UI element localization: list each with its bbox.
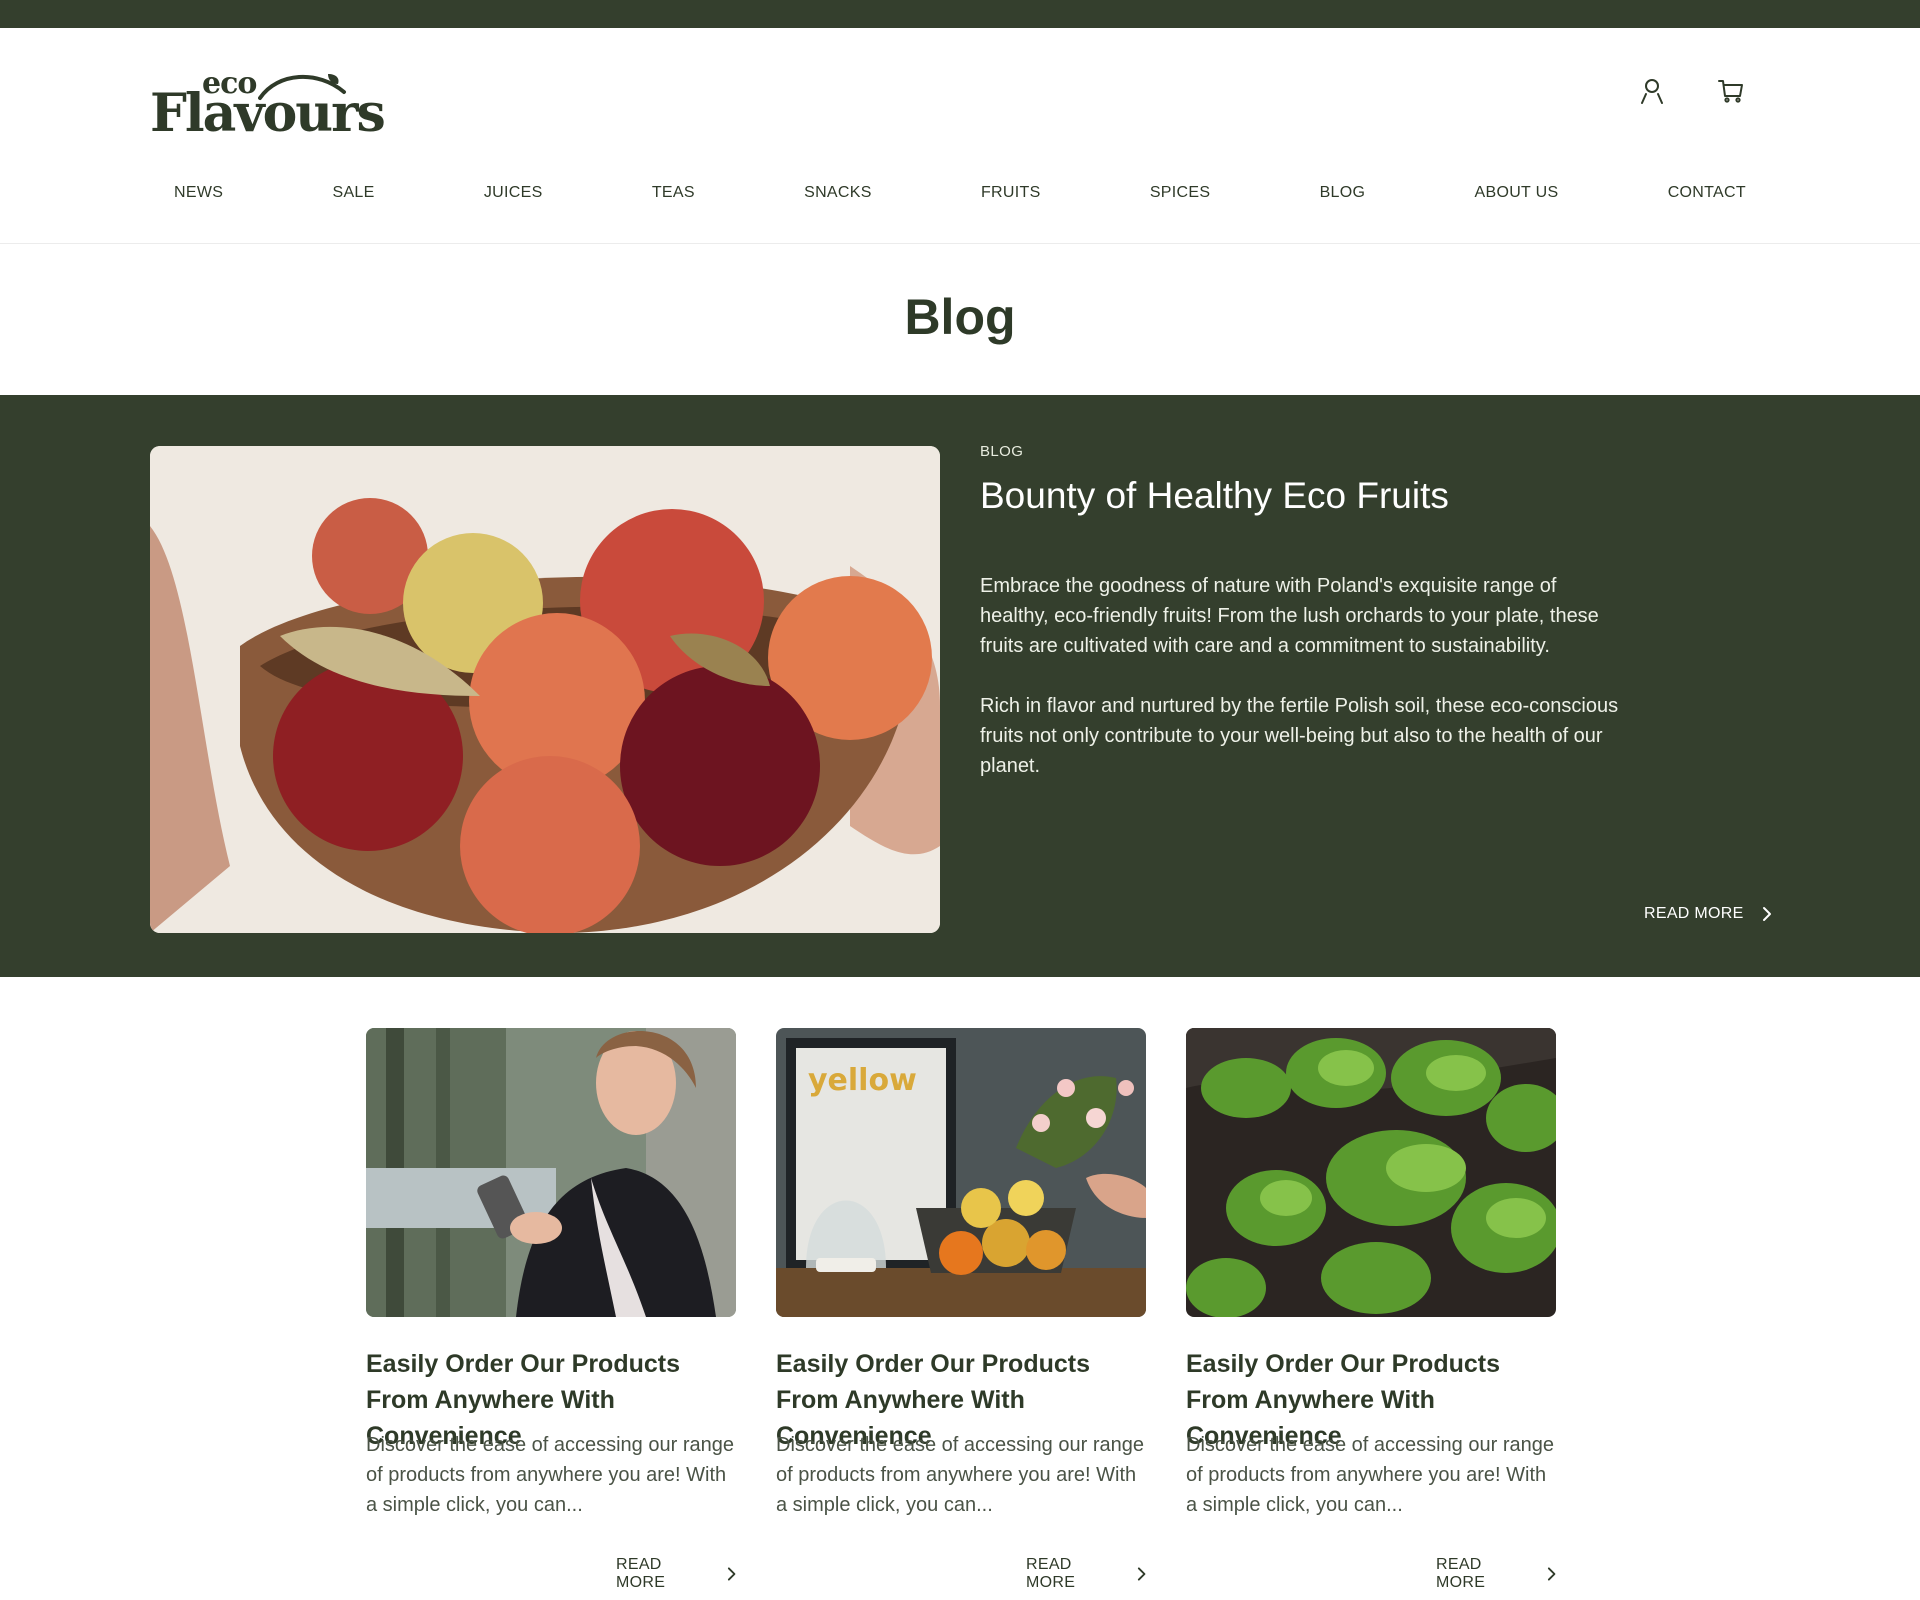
featured-post-category[interactable]: BLOG [980,443,1023,460]
chevron-right-icon [727,1567,736,1581]
featured-post-title[interactable]: Bounty of Healthy Eco Fruits [980,475,1449,517]
read-more-label: READ MORE [616,1556,666,1591]
chevron-right-icon [1762,907,1771,921]
blog-post-list: Easily Order Our Products From Anywhere … [366,1028,1556,1591]
featured-read-more-link[interactable]: READ MORE [1644,905,1772,923]
user-icon[interactable] [1635,74,1669,108]
blog-post-read-more-link[interactable]: READ MORE [1436,1556,1556,1592]
read-more-label: READ MORE [1436,1556,1486,1591]
blog-post-image[interactable] [1186,1028,1556,1317]
chevron-right-icon [1137,1567,1146,1581]
featured-post-body: Embrace the goodness of nature with Pola… [980,571,1620,781]
main-navigation: NEWS SALE JUICES TEAS SNACKS FRUITS SPIC… [150,178,1770,208]
nav-item-news[interactable]: NEWS [174,184,223,202]
nav-item-teas[interactable]: TEAS [652,184,695,202]
blog-post-image[interactable] [366,1028,736,1317]
nav-item-fruits[interactable]: FRUITS [981,184,1041,202]
blog-post-excerpt: Discover the ease of accessing our range… [776,1434,1144,1516]
blog-post-excerpt: Discover the ease of accessing our range… [1186,1434,1554,1516]
blog-post-image[interactable]: yellow [776,1028,1146,1317]
nav-item-blog[interactable]: BLOG [1320,184,1366,202]
nav-item-snacks[interactable]: SNACKS [804,184,872,202]
read-more-label: READ MORE [1026,1556,1076,1591]
nav-item-sale[interactable]: SALE [332,184,374,202]
blog-post-card: Easily Order Our Products From Anywhere … [366,1028,736,1591]
featured-post-paragraph: Rich in flavor and nurtured by the ferti… [980,695,1619,777]
featured-post-paragraph: Embrace the goodness of nature with Pola… [980,575,1599,657]
site-logo[interactable]: eco Flavours [150,66,390,156]
page-title: Blog [904,289,1016,345]
nav-item-spices[interactable]: SPICES [1150,184,1211,202]
chevron-right-icon [1547,1567,1556,1581]
blog-post-excerpt: Discover the ease of accessing our range… [366,1434,734,1516]
read-more-label: READ MORE [1644,905,1744,922]
poster-word: yellow [808,1063,917,1098]
logo-main-text: Flavours [150,83,386,144]
featured-post: BLOG Bounty of Healthy Eco Fruits Embrac… [0,395,1920,977]
nav-item-juices[interactable]: JUICES [484,184,543,202]
top-announcement-bar [0,0,1920,28]
blog-post-read-more-link[interactable]: READ MORE [1026,1556,1146,1592]
nav-item-about-us[interactable]: ABOUT US [1475,184,1559,202]
cart-icon[interactable] [1714,74,1748,108]
blog-post-read-more-link[interactable]: READ MORE [616,1556,736,1592]
site-header: eco Flavours NEWS SALE JUICES TEAS SNACK… [0,28,1920,244]
blog-post-card: yellow Easily Order Our Products From An… [776,1028,1146,1591]
blog-post-card: Easily Order Our Products From Anywhere … [1186,1028,1556,1591]
featured-post-image[interactable] [150,446,940,933]
nav-item-contact[interactable]: CONTACT [1668,184,1746,202]
